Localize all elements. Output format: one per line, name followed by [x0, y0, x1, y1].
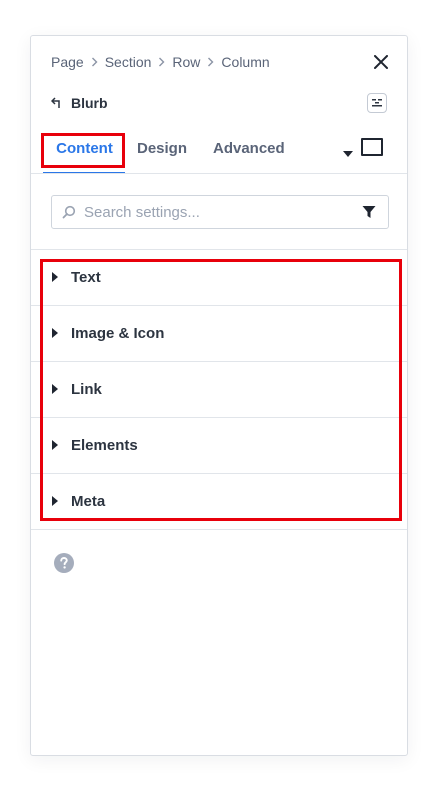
chevron-right-icon — [91, 57, 98, 67]
group-label: Meta — [71, 493, 106, 510]
breadcrumb-page[interactable]: Page — [51, 54, 84, 70]
caret-down-icon — [343, 151, 353, 157]
caret-right-icon — [52, 272, 58, 282]
caret-right-icon — [52, 328, 58, 338]
tab-design[interactable]: Design — [137, 134, 187, 172]
tab-advanced[interactable]: Advanced — [213, 134, 285, 172]
group-elements[interactable]: Elements — [31, 418, 407, 474]
group-text[interactable]: Text — [31, 250, 407, 306]
filter-icon — [362, 206, 376, 218]
close-icon — [374, 55, 388, 69]
divider — [31, 529, 407, 530]
search-input[interactable] — [82, 202, 362, 222]
search-box — [51, 195, 389, 229]
group-label: Link — [71, 381, 102, 398]
settings-panel: Page Section Row Column Blurb Content De… — [30, 35, 408, 756]
breadcrumb: Page Section Row Column — [51, 53, 270, 71]
settings-groups: Text Image & Icon Link Elements Meta — [31, 250, 407, 529]
chevron-right-icon — [158, 57, 165, 67]
caret-right-icon — [52, 384, 58, 394]
group-label: Text — [71, 269, 101, 286]
breadcrumb-column[interactable]: Column — [221, 54, 269, 70]
breadcrumb-section[interactable]: Section — [105, 54, 152, 70]
breadcrumb-row[interactable]: Row — [172, 54, 200, 70]
back-arrow-icon[interactable] — [51, 97, 63, 109]
close-button[interactable] — [371, 52, 391, 72]
view-mode-icon[interactable] — [361, 138, 383, 156]
tab-bar: Content Design Advanced — [43, 134, 387, 174]
caret-right-icon — [52, 440, 58, 450]
tab-content[interactable]: Content — [43, 134, 126, 172]
group-link[interactable]: Link — [31, 362, 407, 418]
preset-settings-button[interactable] — [367, 93, 387, 113]
group-image-icon[interactable]: Image & Icon — [31, 306, 407, 362]
filter-button[interactable] — [362, 205, 376, 219]
group-label: Elements — [71, 437, 138, 454]
group-meta[interactable]: Meta — [31, 474, 407, 529]
group-label: Image & Icon — [71, 325, 165, 342]
help-button[interactable] — [54, 553, 74, 573]
module-title: Blurb — [71, 95, 108, 111]
help-icon — [54, 553, 74, 573]
caret-right-icon — [52, 496, 58, 506]
module-header: Blurb — [51, 95, 108, 111]
chevron-right-icon — [207, 57, 214, 67]
preset-settings-icon — [372, 99, 382, 107]
view-mode-dropdown[interactable] — [343, 144, 353, 162]
divider — [31, 173, 407, 174]
search-icon — [62, 205, 76, 219]
